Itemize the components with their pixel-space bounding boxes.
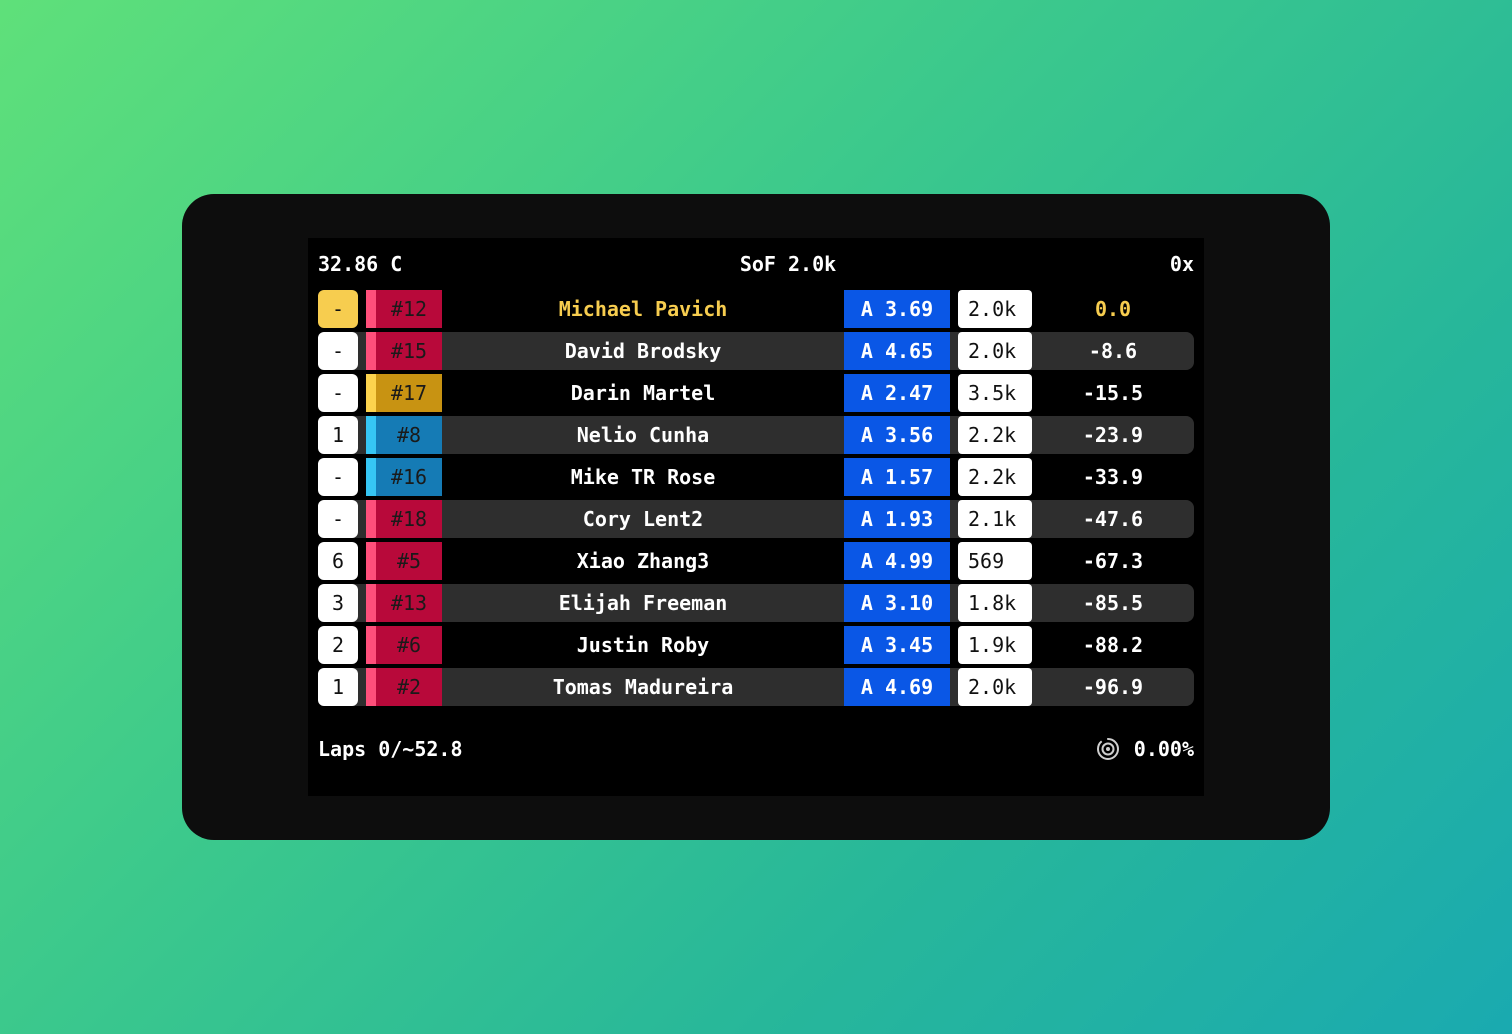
irating-badge: 1.9k: [958, 626, 1032, 664]
standings-overlay: 32.86 C SoF 2.0k 0x - #12 Michael Pavich A …: [308, 238, 1204, 796]
standings-row: 3 #13 Elijah Freeman A 3.10 1.8k -85.5: [318, 584, 1194, 622]
irating-badge: 2.0k: [958, 290, 1032, 328]
driver-name: Darin Martel: [570, 381, 716, 405]
driver-name: Cory Lent2: [582, 507, 704, 531]
car-number: #8: [376, 416, 442, 454]
irating-badge: 2.0k: [958, 668, 1032, 706]
standings-row: 1 #2 Tomas Madureira A 4.69 2.0k -96.9: [318, 668, 1194, 706]
standings-row: - #17 Darin Martel A 2.47 3.5k -15.5: [318, 374, 1194, 412]
position-change-badge: -: [318, 290, 358, 328]
car-number: #13: [376, 584, 442, 622]
car-number: #6: [376, 626, 442, 664]
class-color-stripe: [366, 668, 376, 706]
irating-badge: 569: [958, 542, 1032, 580]
license-badge: A 3.56: [844, 416, 950, 454]
strength-of-field: SoF 2.0k: [739, 252, 837, 276]
driver-name: Xiao Zhang3: [576, 549, 710, 573]
laps-counter: Laps 0/~52.8: [318, 737, 463, 761]
standings-row: - #18 Cory Lent2 A 1.93 2.1k -47.6: [318, 500, 1194, 538]
class-color-stripe: [366, 290, 376, 328]
fuel-target-icon: [1096, 737, 1120, 761]
license-badge: A 4.99: [844, 542, 950, 580]
gap-value: -96.9: [1082, 675, 1144, 699]
gap-value: -67.3: [1082, 549, 1144, 573]
class-color-stripe: [366, 626, 376, 664]
car-number: #15: [376, 332, 442, 370]
driver-name: Justin Roby: [576, 633, 710, 657]
license-badge: A 2.47: [844, 374, 950, 412]
irating-badge: 2.2k: [958, 416, 1032, 454]
standings-row: - #15 David Brodsky A 4.65 2.0k -8.6: [318, 332, 1194, 370]
license-badge: A 3.69: [844, 290, 950, 328]
position-change-badge: -: [318, 374, 358, 412]
irating-badge: 1.8k: [958, 584, 1032, 622]
driver-name: Tomas Madureira: [552, 675, 734, 699]
irating-badge: 2.1k: [958, 500, 1032, 538]
car-number: #12: [376, 290, 442, 328]
position-change-badge: -: [318, 458, 358, 496]
license-badge: A 4.65: [844, 332, 950, 370]
fuel-percent: 0.00%: [1133, 737, 1194, 761]
irating-badge: 2.0k: [958, 332, 1032, 370]
gap-value: -33.9: [1082, 465, 1144, 489]
position-change-badge: 1: [318, 668, 358, 706]
driver-name: David Brodsky: [564, 339, 722, 363]
class-color-stripe: [366, 500, 376, 538]
gap-value: -85.5: [1082, 591, 1144, 615]
standings-row: - #16 Mike TR Rose A 1.57 2.2k -33.9: [318, 458, 1194, 496]
driver-name: Elijah Freeman: [558, 591, 728, 615]
position-change-badge: 1: [318, 416, 358, 454]
class-color-stripe: [366, 542, 376, 580]
position-change-badge: 2: [318, 626, 358, 664]
position-change-badge: 6: [318, 542, 358, 580]
class-color-stripe: [366, 416, 376, 454]
license-badge: A 1.93: [844, 500, 950, 538]
gap-value: -15.5: [1082, 381, 1144, 405]
class-color-stripe: [366, 332, 376, 370]
fuel-readout: 0.00%: [1096, 736, 1194, 762]
position-change-badge: 3: [318, 584, 358, 622]
car-number: #2: [376, 668, 442, 706]
class-color-stripe: [366, 584, 376, 622]
car-number: #5: [376, 542, 442, 580]
position-change-badge: -: [318, 500, 358, 538]
gap-value: 0.0: [1094, 297, 1132, 321]
car-number: #16: [376, 458, 442, 496]
license-badge: A 1.57: [844, 458, 950, 496]
gap-value: -47.6: [1082, 507, 1144, 531]
position-change-badge: -: [318, 332, 358, 370]
license-badge: A 3.10: [844, 584, 950, 622]
license-badge: A 4.69: [844, 668, 950, 706]
car-number: #17: [376, 374, 442, 412]
irating-badge: 2.2k: [958, 458, 1032, 496]
car-number: #18: [376, 500, 442, 538]
gap-value: -88.2: [1082, 633, 1144, 657]
driver-name: Mike TR Rose: [570, 465, 716, 489]
standings-row: - #12 Michael Pavich A 3.69 2.0k 0.0: [318, 290, 1194, 328]
standings-row: 6 #5 Xiao Zhang3 A 4.99 569 -67.3: [318, 542, 1194, 580]
standings-row: 1 #8 Nelio Cunha A 3.56 2.2k -23.9: [318, 416, 1194, 454]
driver-name: Michael Pavich: [558, 297, 728, 321]
gap-value: -8.6: [1088, 339, 1138, 363]
irating-badge: 3.5k: [958, 374, 1032, 412]
class-color-stripe: [366, 374, 376, 412]
standings-row: 2 #6 Justin Roby A 3.45 1.9k -88.2: [318, 626, 1194, 664]
standings-list: - #12 Michael Pavich A 3.69 2.0k 0.0- #15 David…: [318, 290, 1194, 710]
license-badge: A 3.45: [844, 626, 950, 664]
driver-name: Nelio Cunha: [576, 423, 710, 447]
incident-count: 0x: [1169, 252, 1194, 276]
gap-value: -23.9: [1082, 423, 1144, 447]
class-color-stripe: [366, 458, 376, 496]
